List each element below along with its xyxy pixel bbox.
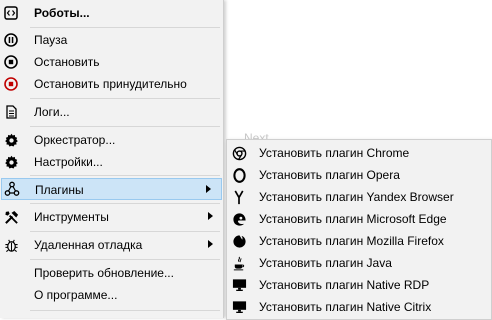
menu-separator	[30, 231, 220, 232]
menu-item-label: Остановить принудительно	[34, 77, 187, 91]
menu-item-label: Проверить обновление...	[34, 266, 174, 280]
submenu-arrow-icon	[208, 240, 213, 248]
submenu-arrow-icon	[206, 185, 211, 193]
yandex-icon	[230, 188, 248, 206]
menu-item-stop[interactable]: Остановить	[0, 51, 223, 73]
menu-item-label: Остановить	[34, 55, 100, 69]
monitor-icon	[230, 298, 248, 316]
menu-item-settings[interactable]: Настройки...	[0, 151, 223, 173]
opera-icon	[230, 166, 248, 184]
menu-separator	[30, 27, 220, 28]
monitor-icon	[230, 276, 248, 294]
menu-item-label: Настройки...	[34, 155, 103, 169]
menu-item-pause[interactable]: Пауза	[0, 29, 223, 51]
menu-item-orchestrator[interactable]: Оркестратор...	[0, 129, 223, 151]
menu-item-label: Удаленная отладка	[34, 238, 143, 252]
gear-icon	[2, 153, 20, 171]
chrome-icon	[230, 144, 248, 162]
submenu-item-label: Установить плагин Java	[259, 256, 392, 270]
plugins-submenu: Установить плагин Chrome Установить плаг…	[226, 139, 492, 320]
submenu-item-opera[interactable]: Установить плагин Opera	[227, 164, 491, 186]
submenu-item-label: Установить плагин Chrome	[259, 146, 410, 160]
submenu-item-label: Установить плагин Yandex Browser	[259, 190, 454, 204]
menu-item-label: Плагины	[35, 183, 84, 197]
menu-item-label: Логи...	[34, 105, 70, 119]
pause-icon	[2, 31, 20, 49]
submenu-item-label: Установить плагин Native RDP	[259, 278, 430, 292]
menu-item-label: Роботы...	[34, 6, 90, 20]
firefox-icon	[230, 232, 248, 250]
submenu-item-firefox[interactable]: Установить плагин Mozilla Firefox	[227, 230, 491, 252]
menu-separator	[30, 310, 220, 311]
document-icon	[2, 103, 20, 121]
gear-icon	[2, 131, 20, 149]
menu-item-check-update[interactable]: Проверить обновление...	[0, 262, 223, 284]
menu-separator	[30, 175, 220, 176]
menu-item-force-stop[interactable]: Остановить принудительно	[0, 73, 223, 95]
submenu-item-java[interactable]: Установить плагин Java	[227, 252, 491, 274]
submenu-item-label: Установить плагин Opera	[259, 168, 400, 182]
bug-icon	[2, 236, 20, 254]
menu-separator	[30, 259, 220, 260]
submenu-item-edge[interactable]: Установить плагин Microsoft Edge	[227, 208, 491, 230]
menu-separator	[30, 126, 220, 127]
menu-item-label: Оркестратор...	[34, 133, 116, 147]
submenu-item-native-citrix[interactable]: Установить плагин Native Citrix	[227, 296, 491, 318]
menu-item-remote-debug[interactable]: Удаленная отладка	[0, 234, 223, 256]
tools-icon	[2, 208, 20, 226]
stop-icon	[2, 53, 20, 71]
menu-item-label: О программе...	[34, 288, 118, 302]
force-stop-icon	[2, 75, 20, 93]
submenu-item-label: Установить плагин Native Citrix	[259, 300, 432, 314]
plugin-nodes-icon	[3, 180, 21, 198]
submenu-item-yandex[interactable]: Установить плагин Yandex Browser	[227, 186, 491, 208]
menu-item-label: Инструменты	[34, 210, 109, 224]
context-menu: Роботы... Пауза Остановить Остановить пр…	[0, 0, 224, 318]
submenu-item-native-rdp[interactable]: Установить плагин Native RDP	[227, 274, 491, 296]
menu-item-robots[interactable]: Роботы...	[0, 2, 223, 24]
submenu-item-label: Установить плагин Mozilla Firefox	[259, 234, 444, 248]
submenu-item-chrome[interactable]: Установить плагин Chrome	[227, 142, 491, 164]
menu-separator	[30, 203, 220, 204]
java-icon	[230, 254, 248, 272]
menu-separator	[30, 98, 220, 99]
edge-icon	[230, 210, 248, 228]
menu-item-tools[interactable]: Инструменты	[0, 206, 223, 228]
code-box-icon	[2, 4, 20, 22]
menu-item-logs[interactable]: Логи...	[0, 101, 223, 123]
menu-item-about[interactable]: О программе...	[0, 284, 223, 306]
submenu-item-label: Установить плагин Microsoft Edge	[259, 212, 447, 226]
menu-item-label: Пауза	[34, 33, 68, 47]
menu-item-plugins[interactable]: Плагины	[1, 178, 222, 200]
submenu-arrow-icon	[208, 212, 213, 220]
